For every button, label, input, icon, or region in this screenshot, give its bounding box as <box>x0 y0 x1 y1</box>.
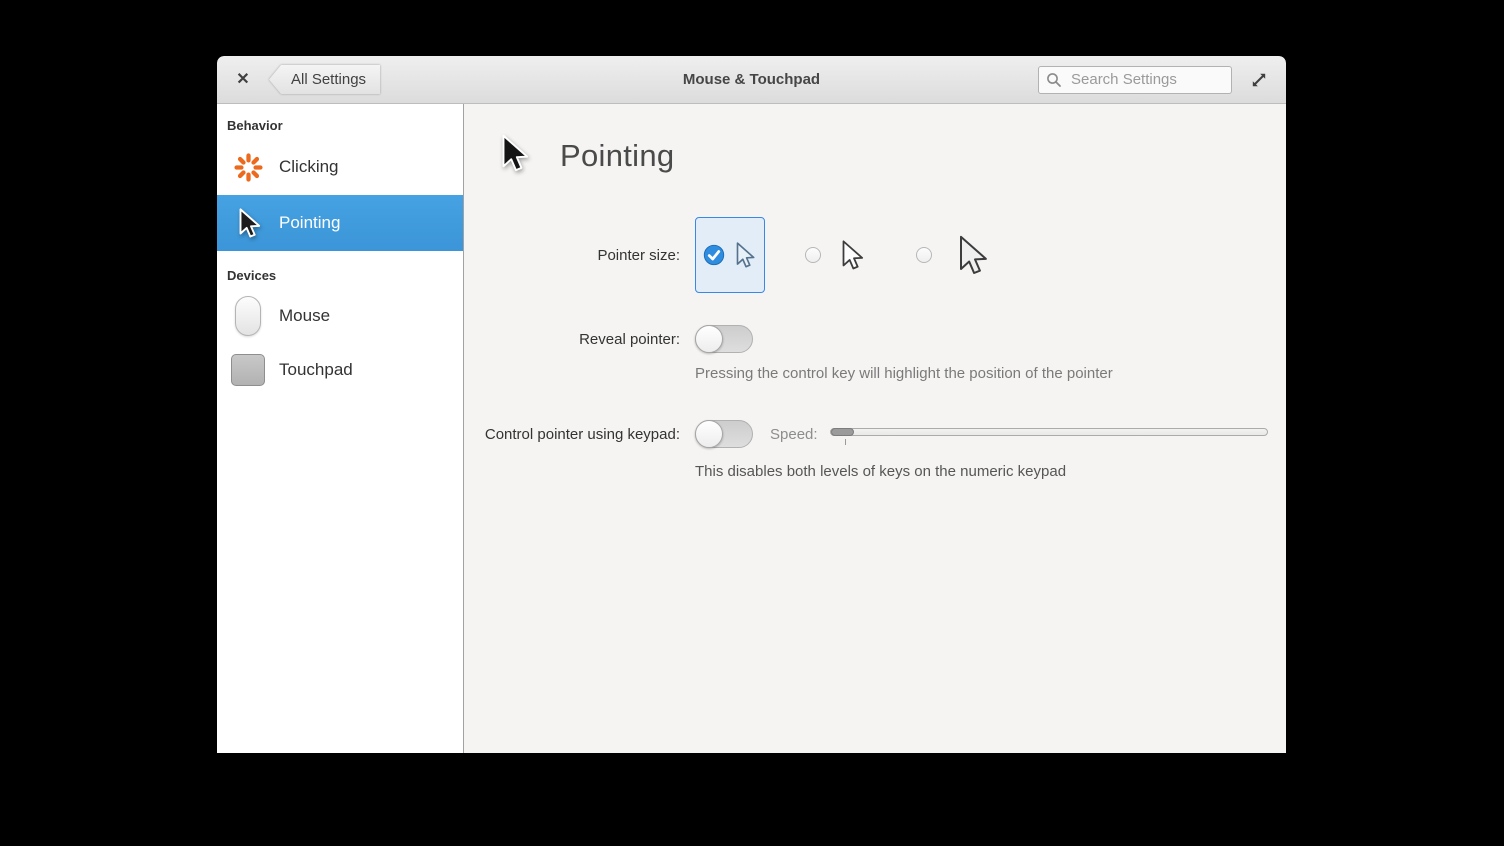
radio-checked-icon <box>703 244 724 266</box>
radio-unchecked-icon <box>805 247 821 263</box>
sidebar-item-label: Mouse <box>279 306 331 325</box>
sidebar-item-touchpad[interactable]: Touchpad <box>217 343 463 397</box>
search-field <box>1038 65 1232 94</box>
pointing-panel: Pointing Pointer size: Reveal pointer: P… <box>464 104 1286 753</box>
keypad-pointer-label: Control pointer using keypad: <box>484 425 680 443</box>
pointer-cursor-icon <box>231 206 265 240</box>
back-button-label: All Settings <box>291 71 367 88</box>
large-cursor-icon <box>960 235 987 274</box>
speed-label: Speed: <box>770 425 818 443</box>
sidebar-item-mouse[interactable]: Mouse <box>217 289 463 343</box>
speed-slider[interactable] <box>829 425 1268 445</box>
mouse-touchpad-window: ✕ All Settings Mouse & Touchpad Search S… <box>217 56 1286 753</box>
sidebar-item-clicking[interactable]: Clicking <box>217 139 463 195</box>
sidebar-item-label: Pointing <box>279 213 341 232</box>
radio-unchecked-icon <box>916 247 932 263</box>
keypad-pointer-help: This disables both levels of keys on the… <box>695 463 1067 480</box>
slider-track[interactable] <box>829 428 1268 436</box>
back-button[interactable]: All Settings <box>269 65 381 94</box>
pointer-size-options <box>695 217 1286 293</box>
close-button[interactable]: ✕ <box>232 69 254 91</box>
page-title: Pointing <box>560 137 675 173</box>
keypad-pointer-toggle[interactable] <box>695 420 753 448</box>
pointer-size-option-medium[interactable] <box>805 237 866 273</box>
sidebar-item-label: Clicking <box>279 157 339 176</box>
slider-handle[interactable] <box>830 428 854 436</box>
section-label-behavior: Behavior <box>227 118 283 133</box>
search-input[interactable] <box>1038 65 1232 94</box>
sidebar-item-label: Touchpad <box>279 360 353 379</box>
reveal-pointer-toggle[interactable] <box>695 325 753 353</box>
search-icon <box>1047 72 1061 87</box>
sidebar-item-pointing[interactable]: Pointing <box>217 195 463 251</box>
slider-tick <box>844 439 846 445</box>
touchpad-icon <box>231 354 265 386</box>
reveal-pointer-help: Pressing the control key will highlight … <box>695 365 1113 382</box>
pointing-header-cursor-icon <box>494 128 532 183</box>
medium-cursor-icon <box>842 240 864 270</box>
reveal-pointer-label: Reveal pointer: <box>579 330 680 348</box>
small-cursor-icon <box>736 242 755 268</box>
mouse-icon <box>231 296 265 336</box>
settings-sidebar: Behavior Clicking Pointing Devices Mouse… <box>217 104 464 753</box>
section-label-devices: Devices <box>227 268 277 283</box>
maximize-icon[interactable] <box>1246 67 1272 93</box>
pointer-size-option-small[interactable] <box>695 217 765 293</box>
headerbar: ✕ All Settings Mouse & Touchpad <box>217 56 1286 104</box>
pointer-size-option-large[interactable] <box>916 231 991 279</box>
pointer-size-label: Pointer size: <box>597 246 680 264</box>
clicking-burst-icon <box>231 151 265 184</box>
